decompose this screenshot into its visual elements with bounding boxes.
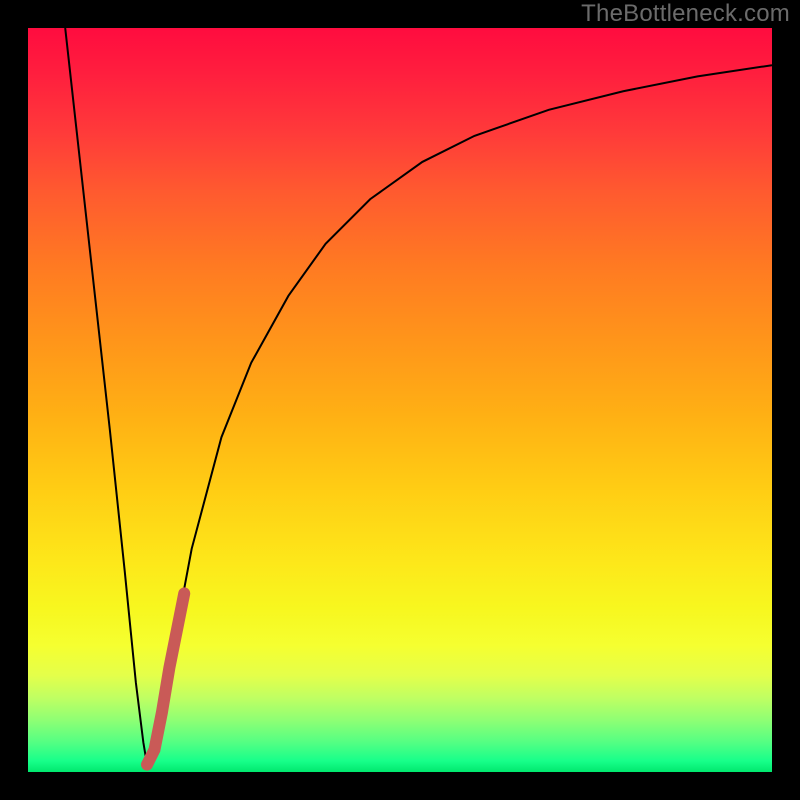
watermark-text: TheBottleneck.com xyxy=(581,0,790,28)
chart-frame: TheBottleneck.com xyxy=(0,0,800,800)
plot-area xyxy=(28,28,772,772)
highlight-segment-path xyxy=(147,593,184,764)
chart-svg xyxy=(28,28,772,772)
